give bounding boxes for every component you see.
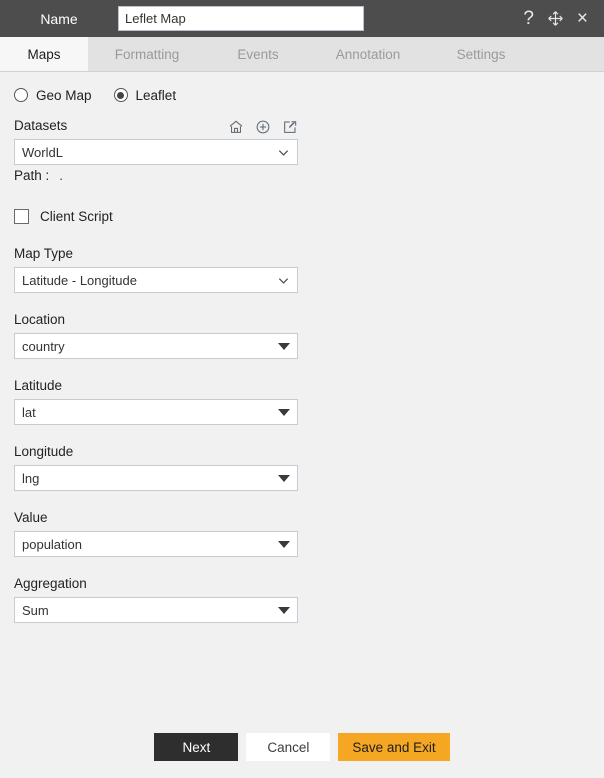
aggregation-label: Aggregation — [14, 576, 87, 591]
plus-circle-icon[interactable] — [255, 119, 271, 135]
location-select[interactable]: country — [14, 333, 298, 359]
value-label: Value — [14, 510, 48, 525]
caret-down-icon — [278, 540, 290, 548]
home-icon[interactable] — [228, 119, 244, 135]
cancel-button[interactable]: Cancel — [246, 733, 331, 761]
radio-leaflet-label: Leaflet — [135, 87, 177, 103]
datasets-select-value: WorldL — [22, 144, 63, 160]
latitude-select[interactable]: lat — [14, 399, 298, 425]
map-type-label: Map Type — [14, 246, 74, 261]
radio-geo-map[interactable] — [14, 88, 28, 102]
tab-maps[interactable]: Maps — [0, 37, 88, 71]
value-select[interactable]: population — [14, 531, 298, 557]
tab-bar: Maps Formatting Events Annotation Settin… — [0, 37, 604, 72]
move-icon[interactable] — [547, 10, 564, 27]
name-input[interactable]: Leflet Map — [118, 6, 364, 31]
edit-icon[interactable] — [282, 119, 298, 135]
client-script-row: Client Script — [14, 205, 604, 227]
tab-settings[interactable]: Settings — [426, 37, 536, 71]
path-value: . — [59, 168, 64, 183]
tab-formatting[interactable]: Formatting — [88, 37, 206, 71]
datasets-select[interactable]: WorldL — [14, 139, 298, 165]
name-field-label: Name — [40, 10, 78, 27]
aggregation-value: Sum — [22, 602, 49, 618]
longitude-label: Longitude — [14, 444, 74, 459]
window-titlebar: Name Leflet Map ? × — [0, 0, 604, 37]
latitude-value: lat — [22, 404, 36, 420]
path-label: Path : — [14, 168, 50, 183]
field-value: Value population — [14, 508, 604, 557]
radio-geo-map-label: Geo Map — [36, 87, 92, 103]
map-source-radio-group: Geo Map Leaflet — [14, 82, 604, 108]
tab-annotation[interactable]: Annotation — [310, 37, 426, 71]
field-longitude: Longitude lng — [14, 442, 604, 491]
save-and-exit-button[interactable]: Save and Exit — [338, 733, 450, 761]
field-aggregation: Aggregation Sum — [14, 574, 604, 623]
latitude-label: Latitude — [14, 378, 63, 393]
longitude-select[interactable]: lng — [14, 465, 298, 491]
location-label: Location — [14, 312, 66, 327]
datasets-header: Datasets — [14, 116, 298, 136]
maps-panel: Geo Map Leaflet Datasets WorldL Path: .… — [0, 82, 604, 623]
datasets-actions — [228, 119, 298, 136]
window-controls: ? × — [523, 9, 594, 28]
caret-down-icon — [278, 408, 290, 416]
next-button[interactable]: Next — [154, 733, 239, 761]
chevron-down-icon — [277, 274, 290, 287]
map-type-select[interactable]: Latitude - Longitude — [14, 267, 298, 293]
value-value: population — [22, 536, 82, 552]
help-icon[interactable]: ? — [523, 9, 534, 28]
datasets-label: Datasets — [14, 118, 68, 133]
field-map-type: Map Type Latitude - Longitude — [14, 244, 604, 293]
close-icon[interactable]: × — [577, 9, 588, 28]
radio-leaflet[interactable] — [113, 88, 128, 102]
longitude-value: lng — [22, 470, 40, 486]
tab-events[interactable]: Events — [206, 37, 310, 71]
client-script-checkbox[interactable] — [14, 208, 29, 224]
field-latitude: Latitude lat — [14, 376, 604, 425]
chevron-down-icon — [277, 146, 290, 159]
caret-down-icon — [278, 606, 290, 614]
dataset-path: Path :. — [14, 168, 604, 183]
client-script-label: Client Script — [40, 208, 113, 224]
caret-down-icon — [278, 474, 290, 482]
dialog-footer: Next Cancel Save and Exit — [0, 716, 604, 778]
location-value: country — [22, 338, 65, 354]
map-type-value: Latitude - Longitude — [22, 272, 137, 288]
field-location: Location country — [14, 310, 604, 359]
caret-down-icon — [278, 342, 290, 350]
aggregation-select[interactable]: Sum — [14, 597, 298, 623]
